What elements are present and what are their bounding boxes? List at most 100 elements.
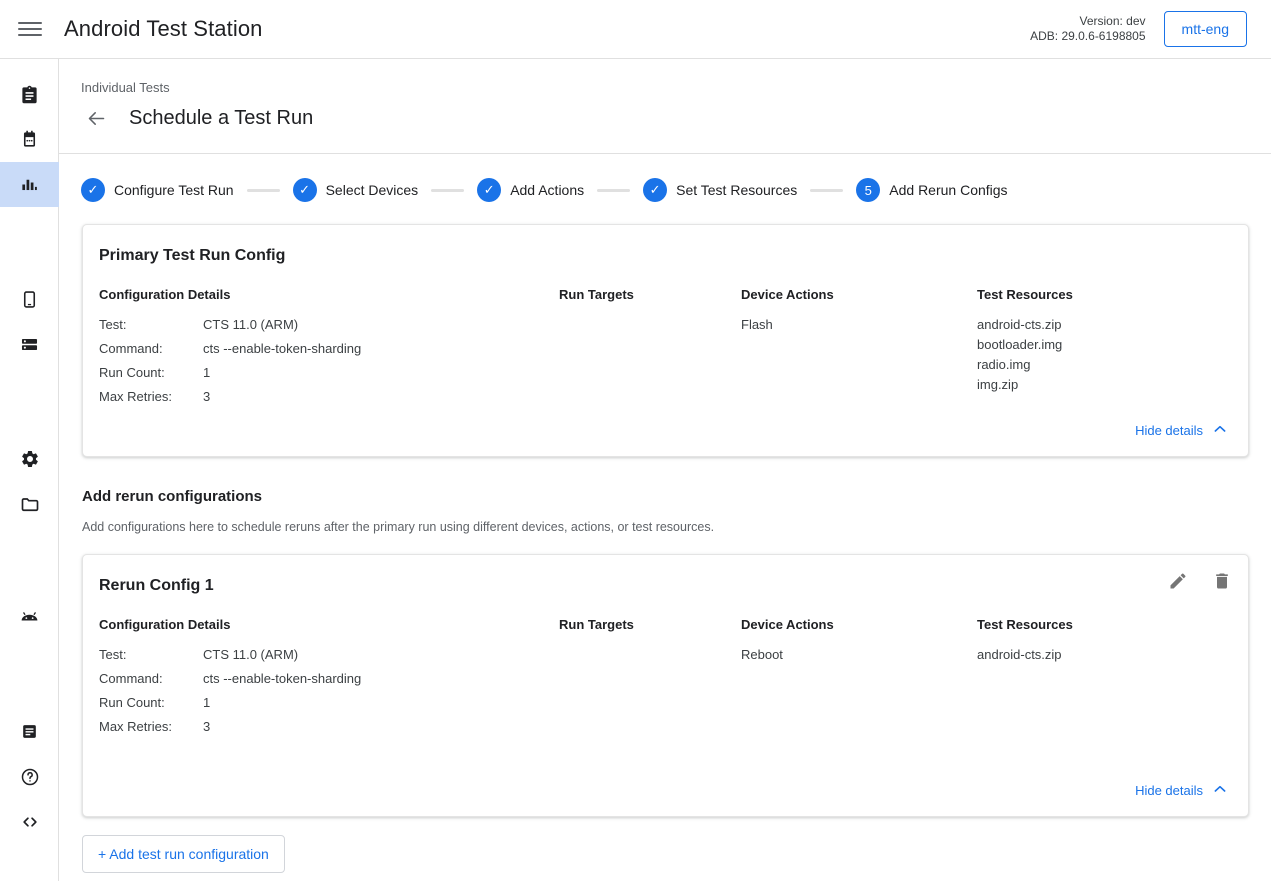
page-title-row: Schedule a Test Run (81, 106, 1271, 130)
detail-value: 1 (203, 693, 559, 713)
hide-details-toggle[interactable]: Hide details (99, 737, 1232, 804)
column-header-run-targets: Run Targets (559, 287, 741, 315)
top-bar-right: Version: dev ADB: 29.0.6-6198805 mtt-eng (1030, 11, 1271, 47)
sidebar-item-notes[interactable] (0, 709, 59, 754)
device-actions-list: Reboot (741, 645, 977, 737)
device-action-item: Reboot (741, 645, 977, 665)
column-header-configuration-details: Configuration Details (99, 287, 559, 315)
bar-chart-icon (20, 175, 39, 194)
add-test-run-configuration-button[interactable]: + Add test run configuration (82, 835, 285, 873)
column-header-device-actions: Device Actions (741, 287, 977, 315)
trash-icon (1212, 571, 1232, 596)
step-select-devices[interactable]: ✓ Select Devices (293, 178, 419, 202)
step-label: Configure Test Run (114, 182, 234, 198)
adb-version-line: ADB: 29.0.6-6198805 (1030, 29, 1145, 44)
detail-value: 3 (203, 387, 559, 407)
step-label: Select Devices (326, 182, 419, 198)
step-add-actions[interactable]: ✓ Add Actions (477, 178, 584, 202)
configuration-details-list: Test: CTS 11.0 (ARM) Command: cts --enab… (99, 315, 559, 407)
detail-key: Run Count: (99, 363, 203, 383)
chevron-up-icon (1212, 781, 1228, 800)
code-brackets-icon (20, 812, 40, 832)
clipboard-icon (20, 85, 39, 104)
top-app-bar: Android Test Station Version: dev ADB: 2… (0, 0, 1271, 59)
step-circle: ✓ (81, 178, 105, 202)
step-connector (247, 189, 280, 192)
detail-key: Max Retries: (99, 717, 203, 737)
pencil-icon (1168, 571, 1188, 596)
detail-key: Test: (99, 645, 203, 665)
column-header-test-resources: Test Resources (977, 617, 1232, 645)
page-title: Schedule a Test Run (129, 107, 313, 130)
column-header-test-resources: Test Resources (977, 287, 1232, 315)
edit-rerun-config-button[interactable] (1164, 569, 1192, 597)
sidebar-item-help[interactable] (0, 754, 59, 799)
android-icon (19, 606, 40, 627)
step-circle: ✓ (643, 178, 667, 202)
detail-value: CTS 11.0 (ARM) (203, 315, 559, 335)
rerun-card-actions (1164, 569, 1236, 597)
test-resource-item: android-cts.zip (977, 315, 1232, 335)
run-targets-list (559, 645, 741, 737)
main-content: Individual Tests Schedule a Test Run ✓ C… (59, 59, 1271, 881)
server-icon (20, 335, 39, 354)
step-set-test-resources[interactable]: ✓ Set Test Resources (643, 178, 797, 202)
folder-icon (20, 494, 40, 514)
calendar-icon (20, 130, 39, 149)
sidebar-item-devices[interactable] (0, 277, 59, 322)
app-root: Android Test Station Version: dev ADB: 2… (0, 0, 1271, 881)
detail-value: cts --enable-token-sharding (203, 669, 559, 689)
sidebar-item-settings[interactable] (0, 436, 59, 481)
detail-key: Command: (99, 339, 203, 359)
test-resource-item: android-cts.zip (977, 645, 1232, 665)
step-label: Add Actions (510, 182, 584, 198)
test-resource-item: radio.img (977, 355, 1232, 375)
hamburger-menu-icon[interactable] (18, 17, 42, 41)
run-targets-list (559, 315, 741, 407)
page-header: Individual Tests Schedule a Test Run (59, 59, 1271, 130)
detail-key: Max Retries: (99, 387, 203, 407)
test-resource-item: bootloader.img (977, 335, 1232, 355)
step-circle: ✓ (293, 178, 317, 202)
step-circle: ✓ (477, 178, 501, 202)
column-header-configuration-details: Configuration Details (99, 617, 559, 645)
step-configure-test-run[interactable]: ✓ Configure Test Run (81, 178, 234, 202)
arrow-left-icon[interactable] (84, 106, 108, 130)
notes-icon (20, 722, 39, 741)
sidebar-item-schedules[interactable] (0, 117, 59, 162)
step-connector (431, 189, 464, 192)
card-body: Rerun Config 1 Configuration Details Run… (83, 555, 1248, 816)
test-resources-list: android-cts.zip bootloader.img radio.img… (977, 315, 1232, 407)
config-grid: Configuration Details Run Targets Device… (99, 287, 1232, 407)
sidebar-item-developer[interactable] (0, 799, 59, 844)
card-body: Primary Test Run Config Configuration De… (83, 225, 1248, 456)
sidebar-item-file-browser[interactable] (0, 481, 59, 526)
version-line: Version: dev (1030, 14, 1145, 29)
user-chip-button[interactable]: mtt-eng (1164, 11, 1247, 47)
step-circle: 5 (856, 178, 880, 202)
device-actions-list: Flash (741, 315, 977, 407)
test-resources-list: android-cts.zip (977, 645, 1232, 737)
breadcrumb: Individual Tests (81, 80, 1271, 96)
configuration-details-list: Test: CTS 11.0 (ARM) Command: cts --enab… (99, 645, 559, 737)
stepper: ✓ Configure Test Run ✓ Select Devices ✓ … (59, 154, 1271, 202)
sidebar-item-hosts[interactable] (0, 322, 59, 367)
test-resource-item: img.zip (977, 375, 1232, 395)
device-action-item: Flash (741, 315, 977, 335)
phone-icon (20, 290, 39, 309)
rerun-config-card: Rerun Config 1 Configuration Details Run… (82, 554, 1249, 817)
step-label: Add Rerun Configs (889, 182, 1007, 198)
column-header-device-actions: Device Actions (741, 617, 977, 645)
sidebar-item-test-runs[interactable] (0, 72, 59, 117)
detail-key: Test: (99, 315, 203, 335)
detail-value: 1 (203, 363, 559, 383)
hide-details-toggle[interactable]: Hide details (99, 407, 1232, 444)
step-add-rerun-configs[interactable]: 5 Add Rerun Configs (856, 178, 1007, 202)
sidebar-item-test-results[interactable] (0, 162, 59, 207)
gear-icon (20, 449, 40, 469)
column-header-run-targets: Run Targets (559, 617, 741, 645)
delete-rerun-config-button[interactable] (1208, 569, 1236, 597)
sidebar-item-android[interactable] (0, 594, 59, 639)
detail-key: Command: (99, 669, 203, 689)
detail-key: Run Count: (99, 693, 203, 713)
